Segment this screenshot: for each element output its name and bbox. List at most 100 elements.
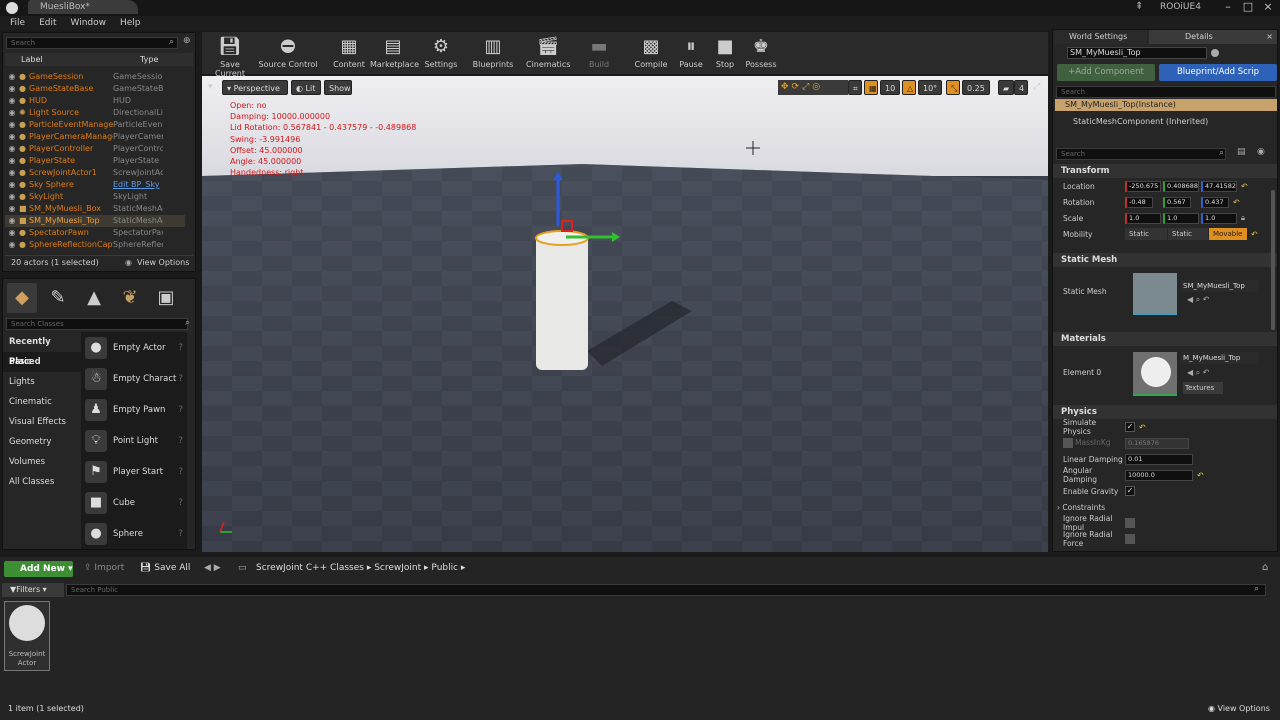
category-cinematic[interactable]: Cinematic — [3, 392, 81, 412]
mass-override-checkbox[interactable] — [1063, 438, 1073, 448]
instance-row[interactable]: SM_MyMuesli_Top(Instance) — [1055, 99, 1277, 111]
linear-damping-field[interactable]: 0.01 — [1125, 453, 1193, 465]
eye-icon[interactable]: ◉ — [5, 83, 19, 95]
help-icon[interactable]: ? — [178, 374, 183, 384]
outliner-row[interactable]: ◉ ● ParticleEventManager ParticleEvent — [5, 119, 185, 131]
mass-field[interactable]: 0.165876 — [1125, 437, 1189, 449]
category-visual-effects[interactable]: Visual Effects — [3, 412, 81, 432]
physics-header[interactable]: Physics — [1053, 405, 1277, 419]
maximize-icon[interactable]: □ — [1240, 0, 1256, 14]
minimize-icon[interactable]: – — [1220, 0, 1236, 14]
details-scrollbar[interactable] — [1271, 190, 1275, 330]
component-search-input[interactable]: Search — [1056, 86, 1276, 98]
foliage-mode-icon[interactable]: ❦ — [115, 283, 145, 313]
static-mesh-dropdown[interactable]: SM_MyMuesli_Top — [1181, 280, 1259, 292]
location-z[interactable]: 47.41582 — [1201, 180, 1237, 192]
reset-arrow-icon[interactable]: ↶ — [1197, 471, 1204, 480]
menu-help[interactable]: Help — [120, 16, 141, 30]
category-all-classes[interactable]: All Classes — [3, 472, 81, 492]
outliner-search-input[interactable]: Search — [6, 37, 178, 49]
rotation-x[interactable]: -0.48 — [1125, 196, 1153, 208]
breadcrumb-item[interactable]: ScrewJoint — [374, 563, 421, 573]
compile-button[interactable]: ▩ Compile — [632, 34, 670, 72]
lit-button[interactable]: ◐ Lit — [291, 80, 321, 95]
eye-icon[interactable]: ◉ — [5, 167, 19, 179]
content-search-input[interactable]: Search Public — [66, 584, 1266, 596]
eye-icon[interactable]: ◉ — [5, 119, 19, 131]
import-button[interactable]: ⇪ Import — [84, 563, 124, 573]
landscape-mode-icon[interactable]: ▲ — [79, 283, 109, 313]
possess-button[interactable]: ♚ Possess — [742, 34, 780, 72]
breadcrumb-item[interactable]: Public — [431, 563, 458, 573]
materials-header[interactable]: Materials — [1053, 332, 1277, 346]
view-options-button[interactable]: ◉ View Options — [1208, 704, 1270, 713]
reset-arrow-icon[interactable]: ↶ — [1233, 198, 1240, 207]
geometry-mode-icon[interactable]: ▣ — [151, 283, 181, 313]
maximize-viewport-icon[interactable]: ⤢ — [1033, 82, 1040, 92]
close-icon[interactable]: × — [1266, 30, 1273, 44]
scale-x[interactable]: 1.0 — [1125, 212, 1161, 224]
menu-edit[interactable]: Edit — [39, 16, 56, 30]
constraints-row[interactable]: › Constraints — [1053, 499, 1277, 515]
rotation-z[interactable]: 0.437 — [1201, 196, 1229, 208]
place-item[interactable]: ● Empty Actor? — [81, 332, 187, 363]
actor-name-field[interactable]: SM_MyMuesli_Top — [1067, 47, 1207, 59]
static-mesh-header[interactable]: Static Mesh — [1053, 253, 1277, 267]
simulate-physics-checkbox[interactable]: ✓ — [1125, 422, 1135, 432]
add-new-button[interactable]: Add New ▾ — [4, 561, 73, 577]
add-component-button[interactable]: +Add Component — [1057, 64, 1155, 81]
view-options-button[interactable]: View Options — [137, 256, 189, 270]
rotation-y[interactable]: 0.567 — [1163, 196, 1191, 208]
eye-icon[interactable]: ◉ — [1257, 147, 1265, 157]
blueprints-button[interactable]: ▥ Blueprints — [472, 34, 514, 72]
pause-button[interactable]: ⏸︎ Pause — [672, 34, 710, 72]
tab-details[interactable]: Details × — [1149, 30, 1277, 44]
transform-tools[interactable]: ✥⟳⤢◎ — [778, 80, 848, 95]
filters-button[interactable]: ▼Filters ▾ — [2, 583, 64, 597]
browse-arrow-icon[interactable]: ◀ ⌕ ↶ — [1187, 368, 1209, 378]
outliner-row[interactable]: ◉ ● SpectatorPawn SpectatorPaw — [5, 227, 185, 239]
help-icon[interactable]: ? — [178, 529, 183, 539]
outliner-row[interactable]: ◉ ✺ Light Source DirectionalLi — [5, 107, 185, 119]
level-tab[interactable]: MuesliBox* — [28, 0, 138, 14]
outliner-row[interactable]: ◉●GameStateBaseGameStateBase — [5, 83, 185, 95]
outliner-row[interactable]: ◉ ● HUD HUD — [5, 95, 185, 107]
eye-icon[interactable]: ◉ — [5, 191, 19, 203]
viewport-menu-icon[interactable]: ▾ — [208, 82, 213, 92]
source-control-button[interactable]: ⛔︎ Source Control — [258, 34, 318, 72]
col-label[interactable]: Label — [21, 53, 43, 66]
close-icon[interactable]: × — [1260, 0, 1276, 14]
angular-damping-field[interactable]: 10000.0 — [1125, 469, 1193, 481]
category-geometry[interactable]: Geometry — [3, 432, 81, 452]
place-item[interactable]: ♟ Empty Pawn? — [81, 394, 187, 425]
content-button[interactable]: ▦ Content — [330, 34, 368, 72]
help-icon[interactable]: ? — [178, 498, 183, 508]
eye-icon[interactable]: ◉ — [5, 215, 19, 227]
category-lights[interactable]: Lights — [3, 372, 81, 392]
lock-icon[interactable] — [1211, 49, 1219, 57]
eye-icon[interactable]: ◉ — [5, 95, 19, 107]
place-item[interactable]: 💡︎ Point Light? — [81, 425, 187, 456]
place-item[interactable]: ☃ Empty Charact? — [81, 363, 187, 394]
scale-z[interactable]: 1.0 — [1201, 212, 1237, 224]
menu-file[interactable]: File — [10, 16, 25, 30]
asset-tile[interactable]: ScrewJoint Actor — [4, 601, 50, 671]
outliner-row[interactable]: ◉ ● PlayerCameraManager PlayerCamer — [5, 131, 185, 143]
outliner-add-icon[interactable]: ⊕ — [183, 36, 191, 46]
ignore-radial-impulse-checkbox[interactable] — [1125, 518, 1135, 528]
breadcrumb-item[interactable]: ScrewJoint C++ Classes — [256, 563, 364, 573]
outliner-row[interactable]: ◉ ● Sky Sphere Edit BP_Sky — [5, 179, 185, 191]
eye-icon[interactable]: ◉ — [5, 227, 19, 239]
outliner-row[interactable]: ◉ ■ SM_MyMuesli_Box StaticMeshAc — [5, 203, 185, 215]
muesli-box-mesh[interactable] — [536, 234, 588, 370]
mobility-static[interactable]: Static — [1125, 228, 1167, 240]
paint-mode-icon[interactable]: ✎ — [43, 283, 73, 313]
details-search-input[interactable]: Search — [1056, 148, 1226, 160]
surface-snap-icon[interactable]: ⌗ — [848, 80, 862, 95]
location-y[interactable]: 0.408688 — [1163, 180, 1199, 192]
rotation-snap-value[interactable]: 10° — [918, 80, 942, 95]
menu-window[interactable]: Window — [71, 16, 107, 30]
place-mode-icon[interactable]: ◆ — [7, 283, 37, 313]
textures-dropdown[interactable]: Textures — [1183, 382, 1223, 394]
grid-snap-toggle[interactable]: ▦ — [864, 80, 878, 95]
